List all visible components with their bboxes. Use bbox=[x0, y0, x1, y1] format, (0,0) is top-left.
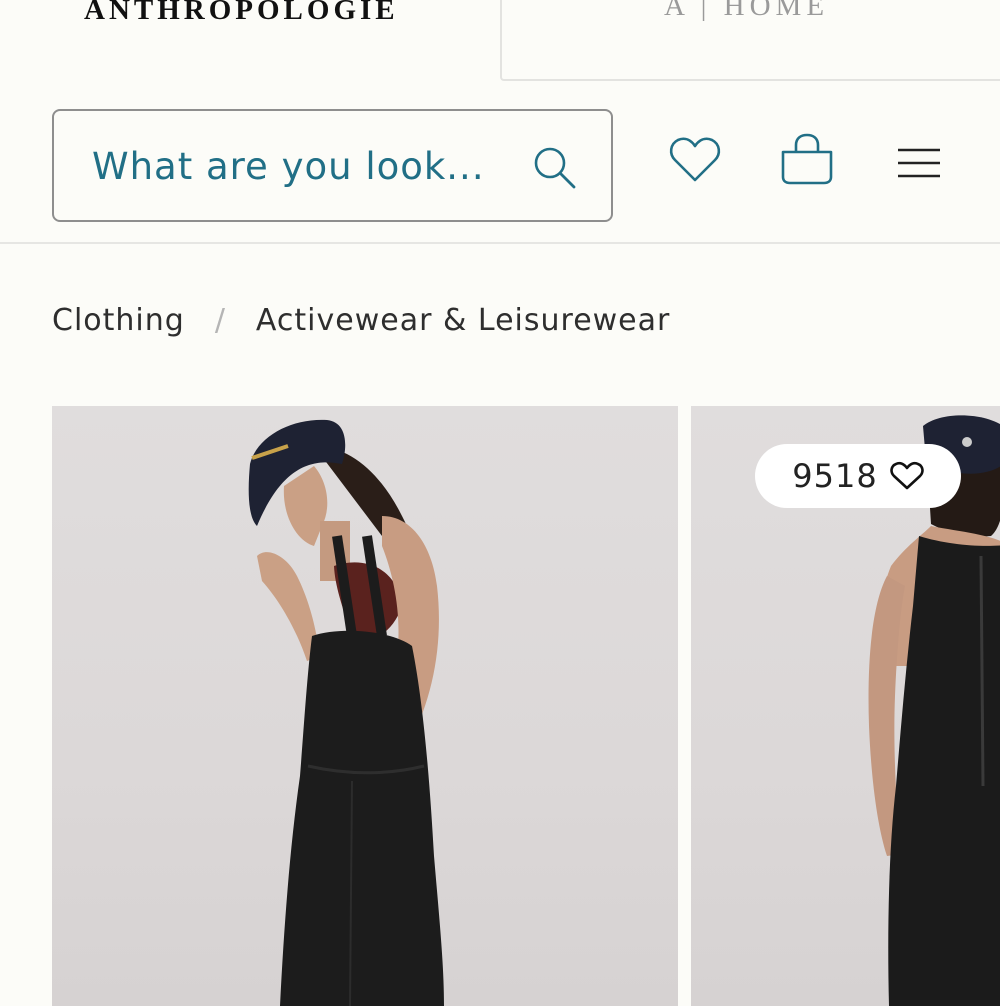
heart-icon[interactable] bbox=[889, 461, 924, 491]
search-box[interactable] bbox=[52, 109, 613, 222]
breadcrumb-item-clothing[interactable]: Clothing bbox=[52, 303, 185, 338]
product-image-1[interactable] bbox=[52, 406, 678, 1006]
brand-logo[interactable]: ANTHROPOLOGIE bbox=[84, 0, 399, 27]
heart-icon[interactable] bbox=[668, 136, 722, 184]
search-icon[interactable] bbox=[532, 145, 578, 191]
breadcrumb: Clothing / Activewear & Leisurewear bbox=[52, 298, 670, 342]
breadcrumb-separator: / bbox=[214, 302, 226, 338]
likes-count: 9518 bbox=[792, 457, 878, 495]
breadcrumb-item-activewear[interactable]: Activewear & Leisurewear bbox=[256, 303, 670, 338]
shopping-bag-icon[interactable] bbox=[778, 132, 836, 186]
model-black-overalls-side-view bbox=[248, 419, 444, 1006]
brand-tab[interactable]: ANTHROPOLOGIE bbox=[0, 0, 500, 82]
search-input[interactable] bbox=[92, 139, 512, 193]
hamburger-menu-icon[interactable] bbox=[897, 148, 941, 180]
header-divider bbox=[0, 242, 1000, 244]
likes-badge[interactable]: 9518 bbox=[755, 444, 961, 508]
home-tab-label: A | HOME bbox=[664, 0, 830, 22]
home-tab[interactable]: A | HOME bbox=[500, 0, 1000, 81]
